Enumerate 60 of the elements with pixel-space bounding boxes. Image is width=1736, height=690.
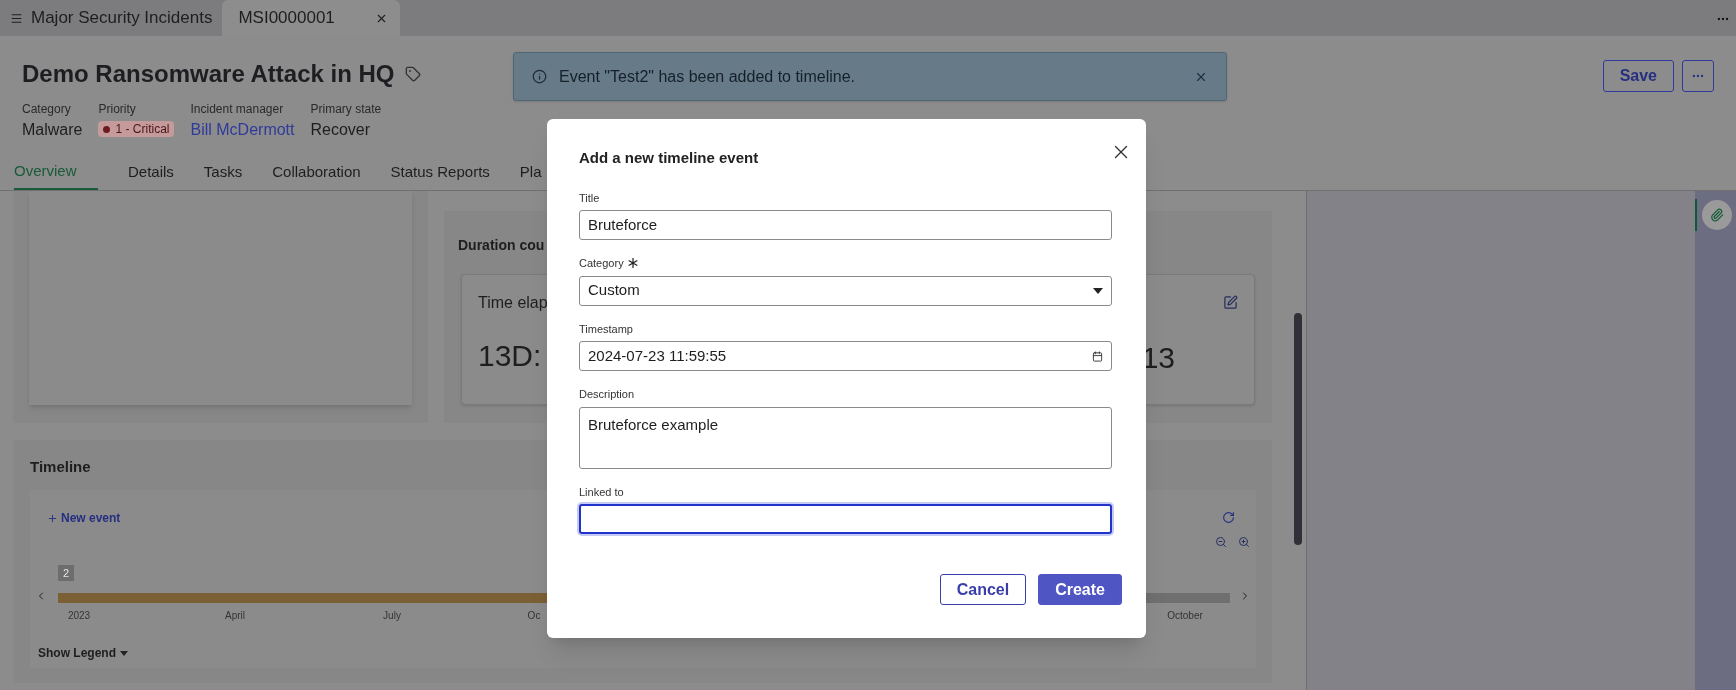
more-button[interactable] [1682,60,1714,92]
cancel-button[interactable]: Cancel [939,574,1027,605]
nav-tab[interactable]: Status Reports [390,154,490,190]
axis-label: July [382,609,402,623]
field-label: Category [579,256,624,271]
field-label: Timestamp [579,321,633,337]
category-select[interactable]: Custom [579,275,1112,306]
attachment-button[interactable] [1702,200,1732,230]
event-count-badge: 2 [58,565,74,581]
time-value: 13D: [478,338,543,374]
card-label: Time elap [478,293,548,313]
nav-tab[interactable]: Collaboration [272,154,361,190]
toast-message: Event "Test2" has been added to timeline. [559,66,855,87]
field-label: Incident manager [190,101,285,118]
paperclip-icon [1710,208,1724,222]
section-title: Timeline [30,457,92,477]
axis-label: October [1166,609,1204,623]
time-value: 13 [1141,340,1175,376]
field-label: Description [579,387,635,402]
description-field[interactable]: Bruteforce example [579,406,1112,469]
refresh-icon[interactable] [1222,511,1235,524]
incident-title: Demo Ransomware Attack in HQ [22,59,395,89]
field-label: Title [579,190,600,206]
panel-title: Duration cou [458,236,546,255]
info-icon [532,69,547,84]
manager-link[interactable]: Bill McDermott [190,118,295,142]
field-value: Malware [22,120,83,140]
input-field[interactable]: Bruteforce [579,210,1112,240]
menu-icon [10,11,23,25]
caret-icon [120,650,128,656]
priority-badge: 1 - Critical [98,121,175,137]
caret-icon [1093,287,1103,294]
new-event-button[interactable]: New event [47,509,121,527]
record-tab[interactable]: MSI0000001 [222,0,401,36]
dialog-title: Add a new timeline event [579,148,759,168]
record-tab[interactable]: Major Security Incidents [0,0,223,36]
create-button[interactable]: Create [1038,574,1122,605]
scrollbar-thumb[interactable] [1294,313,1302,545]
save-button[interactable]: Save [1602,60,1674,92]
input-field[interactable] [579,504,1112,534]
axis-label: Oc [526,609,542,623]
zoom-in-icon[interactable] [1238,536,1250,548]
axis-label: 2023 [66,609,92,623]
field-label: Category [22,101,72,118]
field-label: Linked to [579,484,624,500]
tag-icon[interactable] [404,66,421,82]
field-value: Recover [310,120,372,140]
calendar-icon[interactable] [1092,350,1103,362]
plus-icon [47,512,58,524]
edit-icon[interactable] [1223,295,1238,310]
nav-tab[interactable]: Details [128,154,174,190]
zoom-out-icon[interactable] [1215,536,1227,548]
nav-tab[interactable]: Tasks [203,154,243,190]
show-legend-button[interactable]: Show Legend [38,644,128,662]
axis-label: April [224,609,246,623]
nav-tab[interactable]: Pla [519,154,542,190]
required-icon [627,258,638,269]
timestamp-field[interactable]: 2024-07-23 11:59:55 [579,341,1112,371]
field-label: Primary state [310,101,382,118]
field-label: Priority [98,101,137,118]
